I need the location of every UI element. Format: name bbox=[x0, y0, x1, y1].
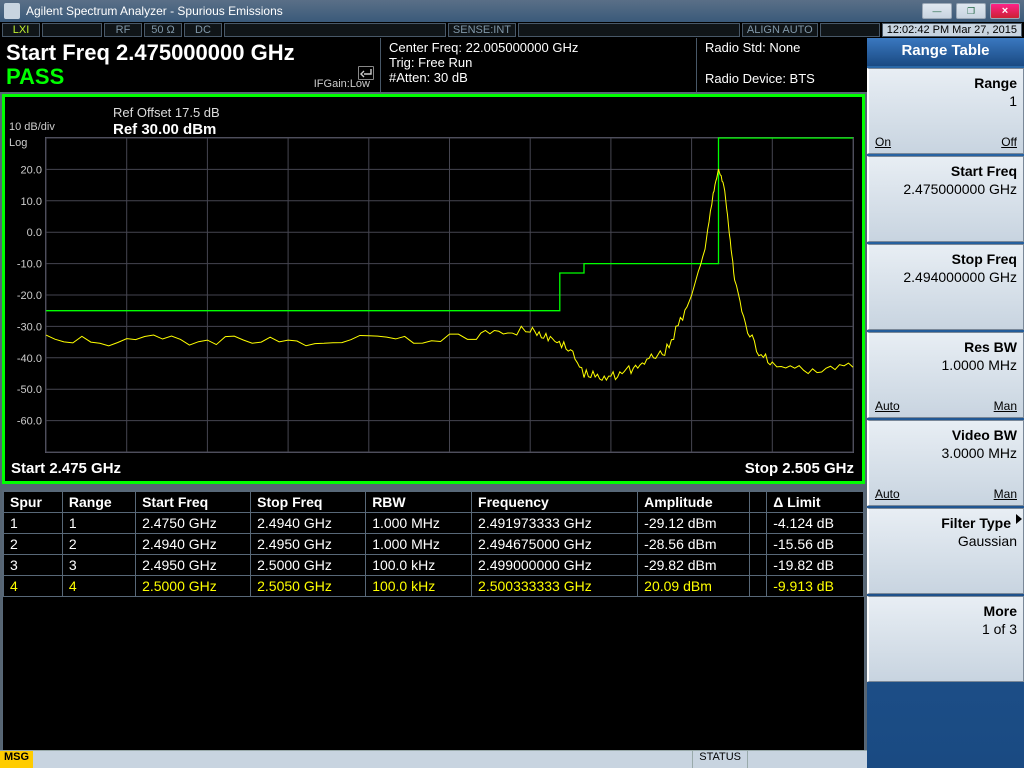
indicator-bar: LXI RF 50 Ω DC SENSE:INT ALIGN AUTO 12:0… bbox=[0, 22, 1024, 38]
softkey-start-freq[interactable]: Start Freq 2.475000000 GHz bbox=[867, 156, 1024, 242]
log-mode-readout: Log bbox=[9, 137, 27, 149]
yscale-readout: 10 dB/div bbox=[9, 121, 55, 133]
spectrum-display: Ref Offset 17.5 dB Ref 30.00 dBm 10 dB/d… bbox=[2, 94, 865, 484]
spur-col-header bbox=[750, 492, 767, 513]
softkey-option-right: Man bbox=[994, 487, 1017, 501]
softkey-value: 3.0000 MHz bbox=[942, 445, 1017, 461]
svg-text:-20.0: -20.0 bbox=[17, 290, 42, 302]
close-button[interactable]: × bbox=[990, 3, 1020, 19]
status-indicator: STATUS bbox=[692, 751, 747, 768]
header-info: Start Freq 2.475000000 GHz PASS IFGain:L… bbox=[0, 38, 867, 92]
sense-indicator: SENSE:INT bbox=[448, 23, 516, 37]
lxi-indicator: LXI bbox=[2, 23, 40, 37]
atten-readout: #Atten: 30 dB bbox=[389, 70, 688, 85]
start-freq-axis: Start 2.475 GHz bbox=[11, 460, 121, 477]
softkey-value: 1.0000 MHz bbox=[942, 357, 1017, 373]
spur-col-header: RBW bbox=[366, 492, 472, 513]
softkey-label: Video BW bbox=[952, 427, 1017, 443]
status-bar: MSG STATUS bbox=[0, 750, 867, 768]
msg-indicator: MSG bbox=[0, 751, 33, 768]
softkey-video-bw[interactable]: Video BW 3.0000 MHz Auto Man bbox=[867, 420, 1024, 506]
spur-col-header: Range bbox=[62, 492, 135, 513]
softkey-label: Range bbox=[974, 75, 1017, 91]
spur-table: SpurRangeStart FreqStop FreqRBWFrequency… bbox=[3, 491, 864, 597]
softkey-value: 2.494000000 GHz bbox=[903, 269, 1017, 285]
table-row[interactable]: 332.4950 GHz2.5000 GHz100.0 kHz2.4990000… bbox=[4, 555, 864, 576]
start-freq-readout: Start Freq 2.475000000 GHz bbox=[6, 40, 374, 66]
softkey-label: Start Freq bbox=[951, 163, 1017, 179]
rf-indicator: RF bbox=[104, 23, 142, 37]
dc-indicator: DC bbox=[184, 23, 222, 37]
softkey-option-left: Auto bbox=[875, 487, 900, 501]
app-icon bbox=[4, 3, 20, 19]
submenu-arrow-icon bbox=[1016, 514, 1022, 524]
softkey-option-right: Man bbox=[994, 399, 1017, 413]
softkey-option-right: Off bbox=[1001, 135, 1017, 149]
softkey-label: Res BW bbox=[964, 339, 1017, 355]
spur-col-header: Frequency bbox=[472, 492, 638, 513]
softkey-label: Stop Freq bbox=[952, 251, 1017, 267]
impedance-indicator: 50 Ω bbox=[144, 23, 182, 37]
window-controls: — ❐ × bbox=[922, 3, 1020, 19]
spur-col-header: Start Freq bbox=[136, 492, 251, 513]
spur-table-wrap: SpurRangeStart FreqStop FreqRBWFrequency… bbox=[2, 490, 865, 752]
spur-col-header: Spur bbox=[4, 492, 63, 513]
softkey-more[interactable]: More 1 of 3 bbox=[867, 596, 1024, 682]
spur-col-header: Stop Freq bbox=[251, 492, 366, 513]
softkey-range[interactable]: Range 1 On Off bbox=[867, 68, 1024, 154]
table-row[interactable]: 442.5000 GHz2.5050 GHz100.0 kHz2.5003333… bbox=[4, 576, 864, 597]
maximize-button[interactable]: ❐ bbox=[956, 3, 986, 19]
svg-text:-50.0: -50.0 bbox=[17, 384, 42, 396]
ref-level-readout: Ref 30.00 dBm bbox=[113, 121, 216, 138]
ref-offset-readout: Ref Offset 17.5 dB bbox=[113, 105, 220, 120]
softkey-value: 2.475000000 GHz bbox=[903, 181, 1017, 197]
softkey-value: 1 of 3 bbox=[982, 621, 1017, 637]
main-area: Start Freq 2.475000000 GHz PASS IFGain:L… bbox=[0, 38, 867, 768]
radio-std-readout: Radio Std: None bbox=[705, 40, 859, 55]
svg-text:20.0: 20.0 bbox=[21, 164, 42, 176]
timestamp: 12:02:42 PM Mar 27, 2015 bbox=[882, 23, 1022, 37]
stop-freq-axis: Stop 2.505 GHz bbox=[745, 460, 854, 477]
svg-text:-10.0: -10.0 bbox=[17, 259, 42, 271]
spur-col-header: Amplitude bbox=[638, 492, 750, 513]
svg-text:-60.0: -60.0 bbox=[17, 416, 42, 428]
svg-text:-40.0: -40.0 bbox=[17, 353, 42, 365]
table-row[interactable]: 222.4940 GHz2.4950 GHz1.000 MHz2.4946750… bbox=[4, 534, 864, 555]
return-icon bbox=[358, 66, 374, 80]
softkey-res-bw[interactable]: Res BW 1.0000 MHz Auto Man bbox=[867, 332, 1024, 418]
center-freq-readout: Center Freq: 22.005000000 GHz bbox=[389, 40, 688, 55]
align-indicator: ALIGN AUTO bbox=[742, 23, 818, 37]
spur-col-header: Δ Limit bbox=[767, 492, 864, 513]
softkey-label: More bbox=[984, 603, 1017, 619]
softkey-label: Filter Type bbox=[941, 515, 1011, 531]
softkey-value: 1 bbox=[1009, 93, 1017, 109]
svg-text:10.0: 10.0 bbox=[21, 196, 42, 208]
svg-text:0.0: 0.0 bbox=[27, 227, 42, 239]
softkey-option-left: On bbox=[875, 135, 891, 149]
softkey-stop-freq[interactable]: Stop Freq 2.494000000 GHz bbox=[867, 244, 1024, 330]
softkey-panel: Range Table Range 1 On Off Start Freq 2.47500… bbox=[867, 38, 1024, 768]
softkey-option-left: Auto bbox=[875, 399, 900, 413]
minimize-button[interactable]: — bbox=[922, 3, 952, 19]
softkey-filter-type[interactable]: Filter Type Gaussian bbox=[867, 508, 1024, 594]
window-title: Agilent Spectrum Analyzer - Spurious Emi… bbox=[26, 4, 922, 18]
trig-readout: Trig: Free Run bbox=[389, 55, 688, 70]
table-row[interactable]: 112.4750 GHz2.4940 GHz1.000 MHz2.4919733… bbox=[4, 513, 864, 534]
svg-text:-30.0: -30.0 bbox=[17, 321, 42, 333]
window-titlebar: Agilent Spectrum Analyzer - Spurious Emi… bbox=[0, 0, 1024, 22]
softkey-value: Gaussian bbox=[958, 533, 1017, 549]
softkey-title: Range Table bbox=[867, 38, 1024, 66]
spectrum-plot: 20.010.00.0-10.0-20.0-30.0-40.0-50.0-60.… bbox=[45, 137, 854, 453]
radio-device-readout: Radio Device: BTS bbox=[705, 71, 859, 86]
